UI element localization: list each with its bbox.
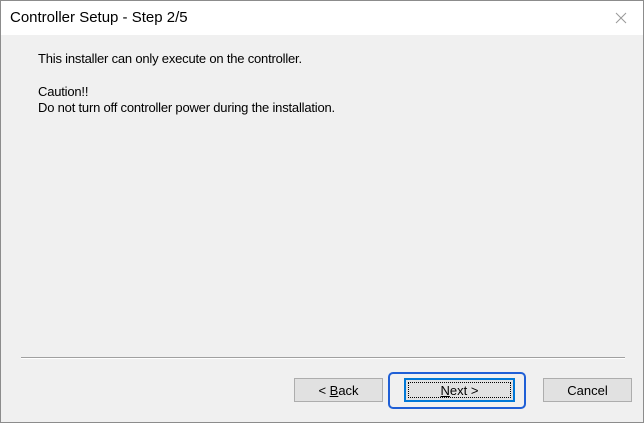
dialog-content: This installer can only execute on the c… [1, 35, 643, 422]
close-button[interactable] [599, 1, 643, 35]
window-title: Controller Setup - Step 2/5 [10, 9, 188, 26]
cancel-button[interactable]: Cancel [543, 378, 632, 402]
next-button[interactable]: Next > [404, 378, 515, 402]
setup-dialog: Controller Setup - Step 2/5 This install… [0, 0, 644, 423]
back-button-prefix: < [318, 382, 330, 398]
focus-rectangle [408, 382, 511, 398]
back-button-label: ack [338, 382, 359, 398]
cancel-button-label: Cancel [567, 382, 608, 398]
caution-heading: Caution!! [38, 84, 89, 99]
caution-message: Do not turn off controller power during … [38, 100, 335, 115]
title-bar: Controller Setup - Step 2/5 [1, 1, 643, 35]
close-icon [615, 12, 627, 24]
back-button-accel: B [329, 382, 339, 398]
back-button[interactable]: < Back [294, 378, 383, 402]
divider [21, 357, 625, 359]
info-message: This installer can only execute on the c… [38, 51, 302, 66]
